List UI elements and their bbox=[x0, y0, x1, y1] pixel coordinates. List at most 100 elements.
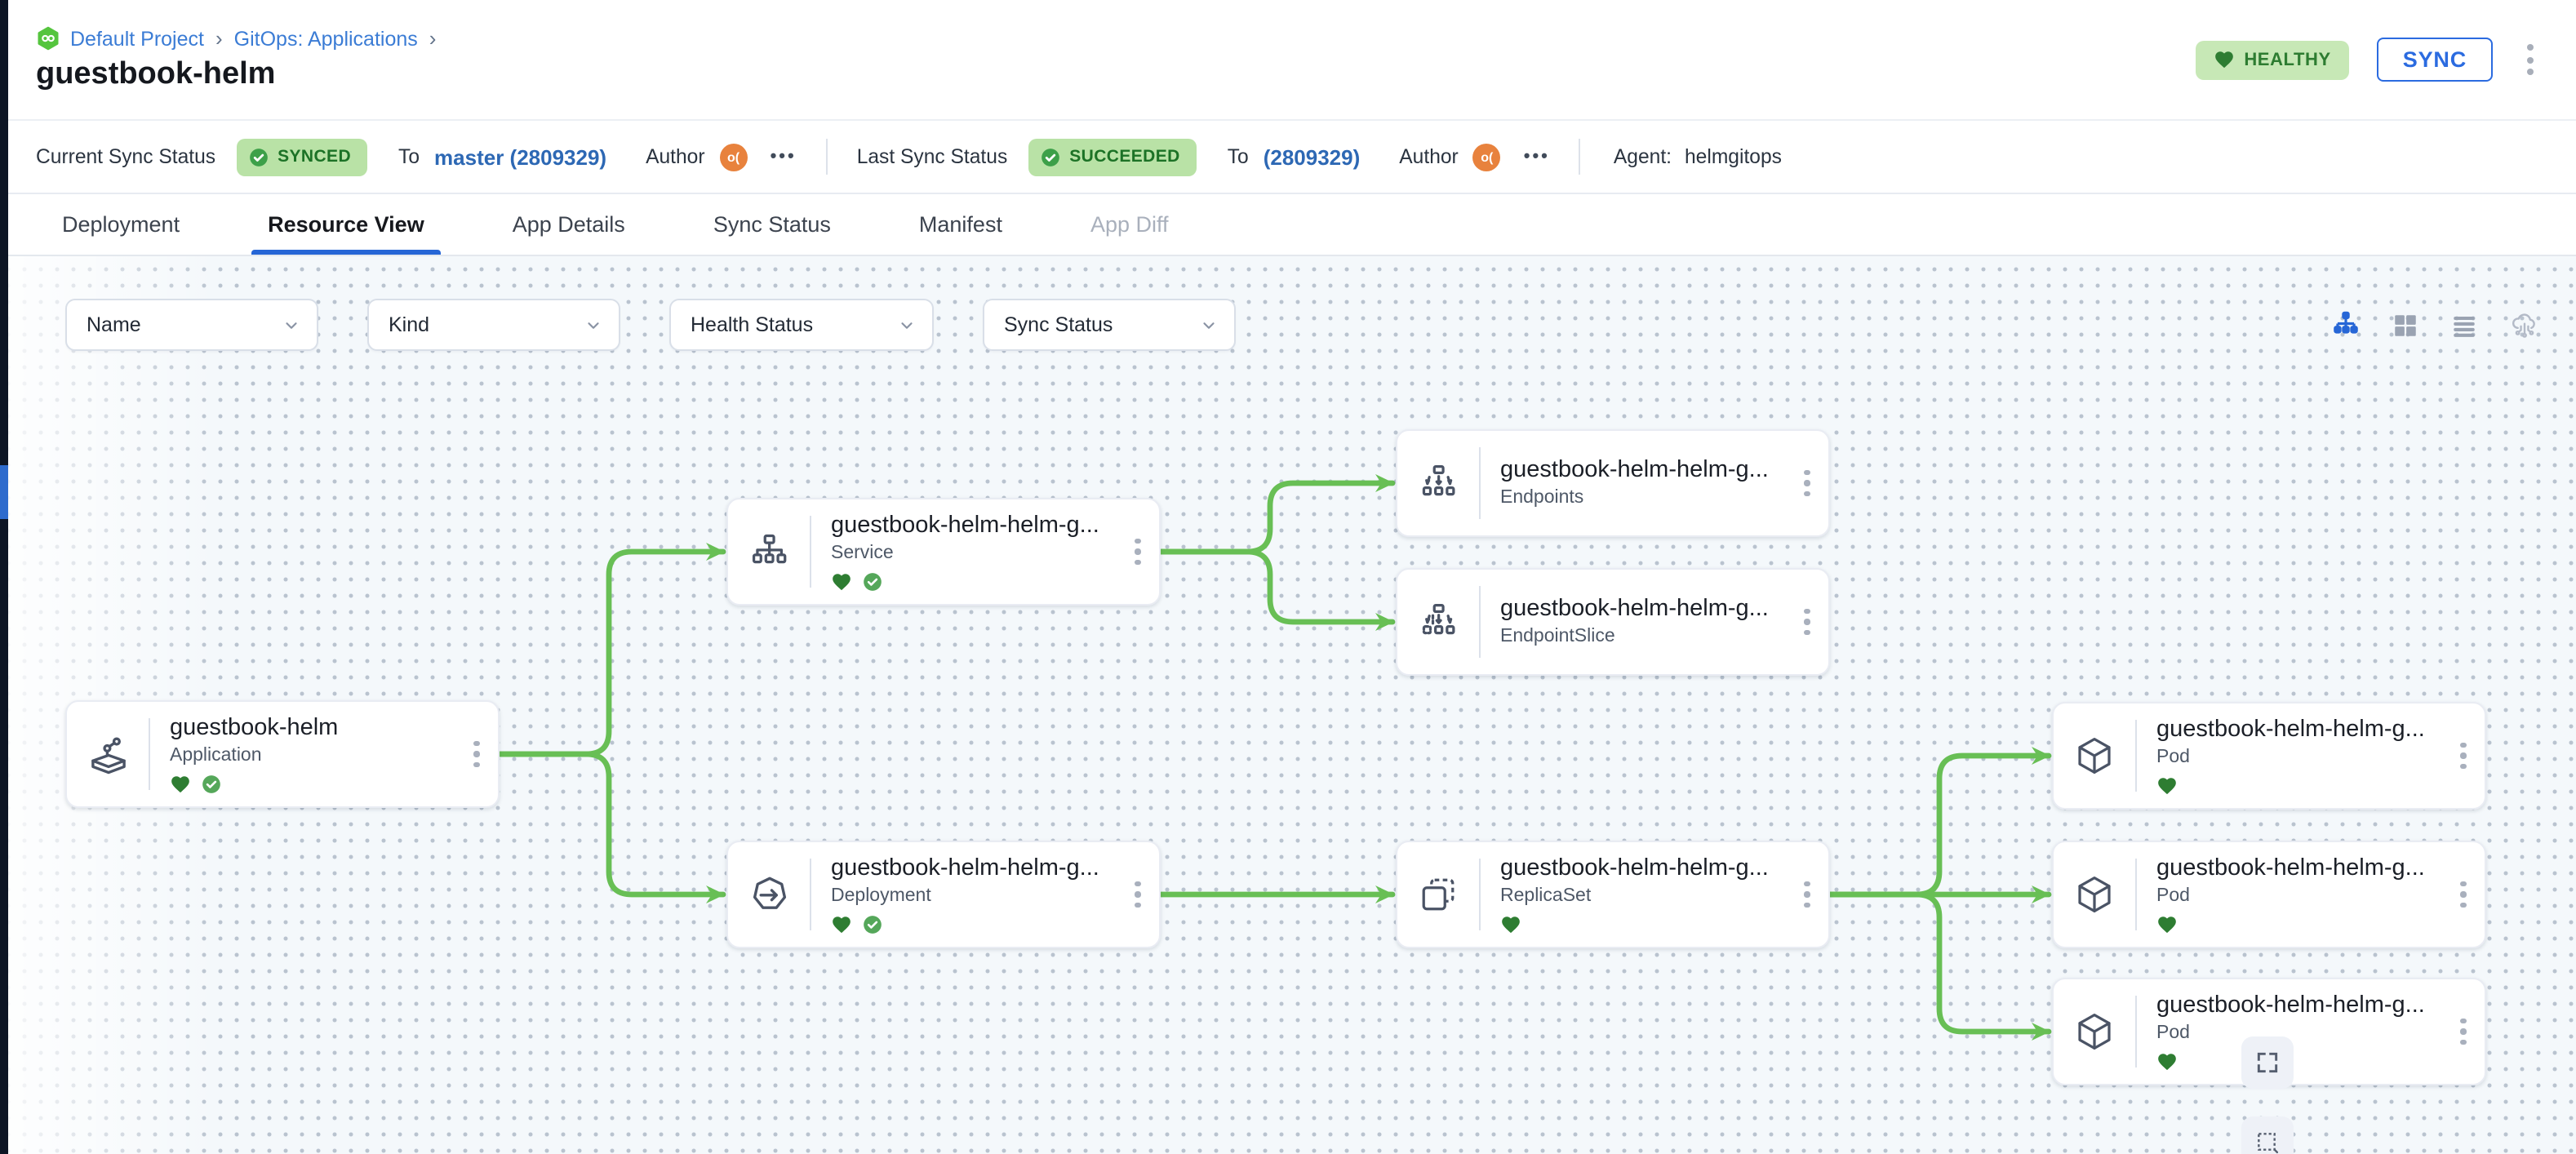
node-status-icons bbox=[1500, 913, 1786, 934]
node-menu-button[interactable] bbox=[2442, 703, 2485, 808]
resource-node-pod-pod2[interactable]: guestbook-helm-helm-g... Pod bbox=[2052, 841, 2486, 948]
show-more-button[interactable]: ••• bbox=[771, 147, 797, 166]
tab-manifest[interactable]: Manifest bbox=[909, 194, 1012, 255]
resource-kind: Deployment bbox=[831, 885, 1117, 907]
service-icon bbox=[728, 499, 810, 604]
list-view-button[interactable] bbox=[2450, 311, 2478, 339]
node-status-icons bbox=[170, 773, 455, 794]
filter-dropdown-name[interactable]: Name bbox=[65, 299, 318, 351]
node-menu-button[interactable] bbox=[1786, 570, 1828, 674]
tab-resource-view[interactable]: Resource View bbox=[258, 194, 434, 255]
author-label: Author bbox=[1399, 145, 1458, 168]
fit-view-button[interactable] bbox=[2241, 1036, 2294, 1089]
resource-kind: Pod bbox=[2156, 747, 2442, 768]
resource-kind: Endpoints bbox=[1500, 488, 1786, 509]
node-menu-button[interactable] bbox=[1117, 499, 1159, 604]
edge-app-to-svc bbox=[496, 552, 723, 754]
node-status-icons bbox=[2156, 913, 2442, 934]
divider bbox=[826, 139, 828, 175]
tab-sync-status[interactable]: Sync Status bbox=[704, 194, 841, 255]
resource-name: guestbook-helm-helm-g... bbox=[1500, 457, 1786, 485]
expand-icon bbox=[2254, 1050, 2281, 1076]
healthy-heart-icon bbox=[2156, 775, 2178, 796]
tab-app-details[interactable]: App Details bbox=[503, 194, 635, 255]
resource-name: guestbook-helm-helm-g... bbox=[2156, 716, 2442, 743]
resource-name: guestbook-helm-helm-g... bbox=[1500, 854, 1786, 882]
resource-node-endpoints-ep[interactable]: guestbook-helm-helm-g... Endpoints bbox=[1396, 429, 1830, 537]
resource-node-service-svc[interactable]: guestbook-helm-helm-g...Service bbox=[726, 498, 1161, 606]
node-menu-button[interactable] bbox=[455, 702, 498, 806]
app-more-actions-button[interactable] bbox=[2520, 38, 2540, 82]
node-status-icons bbox=[2156, 1050, 2442, 1072]
marquee-selection-icon bbox=[2254, 1130, 2281, 1154]
resource-node-pod-pod1[interactable]: guestbook-helm-helm-g... Pod bbox=[2052, 702, 2486, 810]
chevron-down-icon bbox=[1200, 316, 1218, 334]
resource-node-replicaset-rs[interactable]: guestbook-helm-helm-g... ReplicaSet bbox=[1396, 841, 1830, 948]
resource-name: guestbook-helm-helm-g... bbox=[831, 854, 1117, 882]
node-menu-button[interactable] bbox=[1117, 842, 1159, 947]
resource-node-deployment-dep[interactable]: guestbook-helm-helm-g... Deployment bbox=[726, 841, 1161, 948]
healthy-heart-icon bbox=[1500, 913, 1521, 934]
filter-dropdown-kind[interactable]: Kind bbox=[367, 299, 620, 351]
healthy-heart-icon bbox=[2156, 1050, 2178, 1072]
healthy-heart-icon bbox=[170, 773, 191, 794]
tab-bar: Deployment Resource View App Details Sync S… bbox=[8, 194, 2576, 256]
resource-kind: ReplicaSet bbox=[1500, 885, 1786, 907]
pod-icon bbox=[2054, 703, 2135, 808]
deployment-icon bbox=[728, 842, 810, 947]
filter-dropdown-sync-status[interactable]: Sync Status bbox=[983, 299, 1236, 351]
synced-check-icon bbox=[862, 913, 883, 934]
chevron-down-icon bbox=[282, 316, 300, 334]
replicaset-icon bbox=[1397, 842, 1479, 947]
resource-kind: Pod bbox=[2156, 885, 2442, 907]
check-circle-icon bbox=[248, 146, 269, 167]
view-toggles bbox=[2331, 309, 2540, 340]
application-icon bbox=[67, 702, 149, 806]
synced-badge: SYNCED bbox=[237, 138, 367, 175]
select-area-button[interactable] bbox=[2241, 1116, 2294, 1154]
resource-kind: Service bbox=[831, 543, 1117, 564]
health-badge-label: HEALTHY bbox=[2244, 50, 2330, 69]
to-label: To bbox=[1228, 145, 1249, 168]
last-revision-link[interactable]: (2809329) bbox=[1264, 144, 1361, 169]
node-menu-button[interactable] bbox=[2442, 842, 2485, 947]
chevron-down-icon bbox=[584, 316, 602, 334]
node-status-icons bbox=[831, 570, 1117, 592]
tree-view-icon bbox=[2331, 310, 2361, 340]
app-root: Default Project › GitOps: Applications ›… bbox=[0, 0, 2576, 1154]
chevron-down-icon bbox=[898, 316, 916, 334]
breadcrumb-section[interactable]: GitOps: Applications bbox=[234, 27, 418, 50]
resource-tree-canvas[interactable]: Name Kind Health Status Sync Status guestbo… bbox=[8, 256, 2576, 1154]
sync-button[interactable]: SYNC bbox=[2377, 38, 2493, 82]
author-avatar[interactable]: o( bbox=[1473, 143, 1501, 171]
status-bar: Current Sync Status SYNCED To master (28… bbox=[8, 119, 2576, 194]
show-more-button[interactable]: ••• bbox=[1524, 147, 1550, 166]
author-avatar[interactable]: o( bbox=[720, 143, 748, 171]
breadcrumb-separator: › bbox=[429, 26, 437, 51]
node-menu-button[interactable] bbox=[2442, 979, 2485, 1084]
node-status-icons bbox=[2156, 775, 2442, 796]
node-menu-button[interactable] bbox=[1786, 842, 1828, 947]
tree-view-button[interactable] bbox=[2331, 310, 2361, 340]
grid-view-button[interactable] bbox=[2392, 311, 2419, 339]
resource-node-application-app[interactable]: guestbook-helmApplication bbox=[65, 700, 500, 808]
tab-deployment[interactable]: Deployment bbox=[52, 194, 189, 255]
node-menu-button[interactable] bbox=[1786, 431, 1828, 535]
resource-node-endpointslice-eps[interactable]: guestbook-helm-helm-g...EndpointSlice bbox=[1396, 568, 1830, 676]
resource-name: guestbook-helm-helm-g... bbox=[2156, 854, 2442, 882]
resource-name: guestbook-helm-helm-g... bbox=[2156, 992, 2442, 1019]
cloud-view-button[interactable] bbox=[2509, 309, 2540, 340]
heart-icon bbox=[2213, 49, 2234, 70]
breadcrumb-project[interactable]: Default Project bbox=[70, 27, 204, 50]
synced-check-icon bbox=[201, 773, 222, 794]
current-sync-status-label: Current Sync Status bbox=[36, 145, 215, 168]
succeeded-badge: SUCCEEDED bbox=[1028, 138, 1196, 175]
edge-svc-to-ep bbox=[1157, 483, 1392, 552]
rail-active-indicator bbox=[0, 465, 8, 519]
resource-name: guestbook-helm bbox=[170, 714, 455, 742]
resource-name: guestbook-helm-helm-g... bbox=[1500, 596, 1786, 624]
current-revision-link[interactable]: master (2809329) bbox=[434, 144, 606, 169]
header: Default Project › GitOps: Applications ›… bbox=[8, 0, 2576, 119]
filter-dropdown-health-status[interactable]: Health Status bbox=[669, 299, 934, 351]
grid-view-icon bbox=[2392, 311, 2419, 339]
